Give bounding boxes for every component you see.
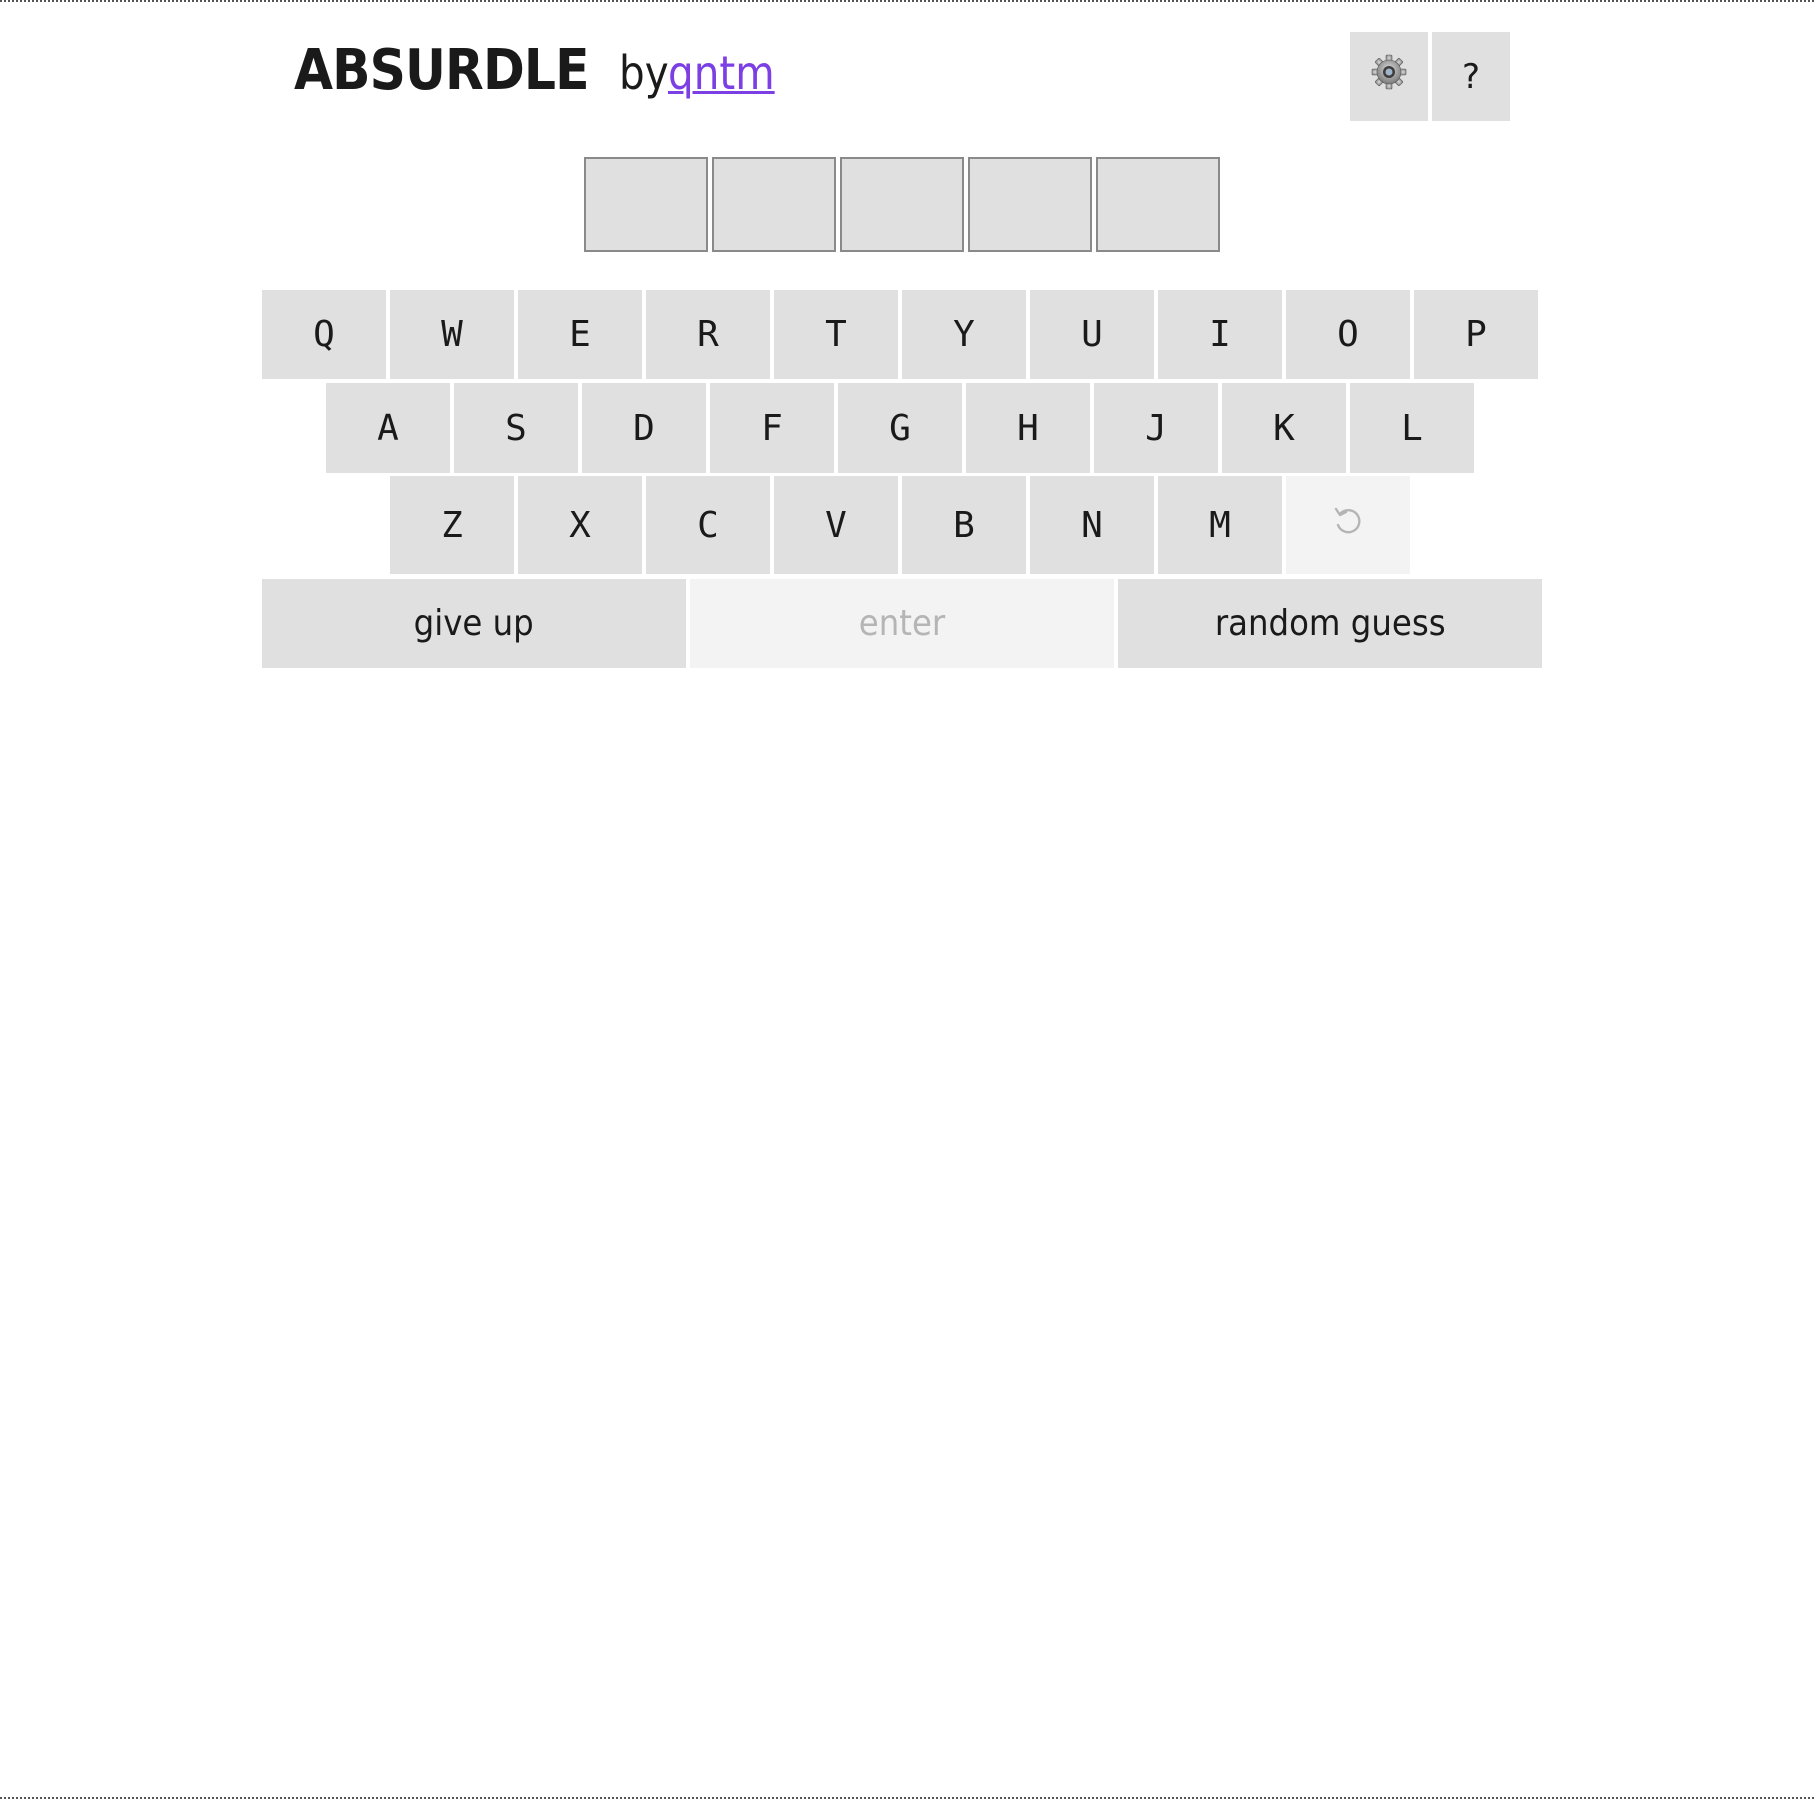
key-z[interactable]: Z [390, 476, 514, 574]
key-r[interactable]: R [646, 290, 770, 379]
key-k[interactable]: K [1222, 383, 1346, 473]
keyboard-row-1: Q W E R T Y U I O P [262, 290, 1538, 379]
key-i[interactable]: I [1158, 290, 1282, 379]
letter-cell [968, 157, 1092, 252]
random-guess-button[interactable]: random guess [1118, 579, 1542, 668]
key-a[interactable]: A [326, 383, 450, 473]
enter-label: enter [858, 603, 946, 644]
key-j[interactable]: J [1094, 383, 1218, 473]
key-u[interactable]: U [1030, 290, 1154, 379]
key-y[interactable]: Y [902, 290, 1026, 379]
random-guess-label: random guess [1214, 603, 1446, 644]
settings-button[interactable] [1350, 32, 1428, 121]
key-t[interactable]: T [774, 290, 898, 379]
give-up-label: give up [413, 603, 535, 644]
page-header: ABSURDLE by qntm [294, 38, 789, 118]
letter-cell [840, 157, 964, 252]
key-x[interactable]: X [518, 476, 642, 574]
key-w[interactable]: W [390, 290, 514, 379]
app-title: ABSURDLE [294, 38, 590, 103]
key-l[interactable]: L [1350, 383, 1474, 473]
letter-cell [1096, 157, 1220, 252]
key-n[interactable]: N [1030, 476, 1154, 574]
key-g[interactable]: G [838, 383, 962, 473]
key-m[interactable]: M [1158, 476, 1282, 574]
key-f[interactable]: F [710, 383, 834, 473]
keyboard-row-2: A S D F G H J K L [326, 383, 1474, 473]
letter-cell [712, 157, 836, 252]
author-link[interactable]: qntm [668, 46, 775, 100]
undo-arrow-icon [1330, 503, 1366, 548]
give-up-button[interactable]: give up [262, 579, 686, 668]
key-p[interactable]: P [1414, 290, 1538, 379]
letter-cell [584, 157, 708, 252]
bottom-border [0, 1797, 1814, 1799]
key-s[interactable]: S [454, 383, 578, 473]
keyboard-row-3: Z X C V B N M [390, 476, 1410, 574]
enter-button[interactable]: enter [690, 579, 1114, 668]
key-q[interactable]: Q [262, 290, 386, 379]
top-border [0, 0, 1814, 2]
key-o[interactable]: O [1286, 290, 1410, 379]
key-b[interactable]: B [902, 476, 1026, 574]
gear-icon [1369, 52, 1409, 101]
key-e[interactable]: E [518, 290, 642, 379]
guess-row [584, 157, 1220, 252]
key-h[interactable]: H [966, 383, 1090, 473]
key-v[interactable]: V [774, 476, 898, 574]
help-button[interactable]: ? [1432, 32, 1510, 121]
key-c[interactable]: C [646, 476, 770, 574]
backspace-button[interactable] [1286, 476, 1410, 574]
title-by-text: by [619, 46, 670, 100]
action-row: give up enter random guess [262, 579, 1542, 668]
key-d[interactable]: D [582, 383, 706, 473]
